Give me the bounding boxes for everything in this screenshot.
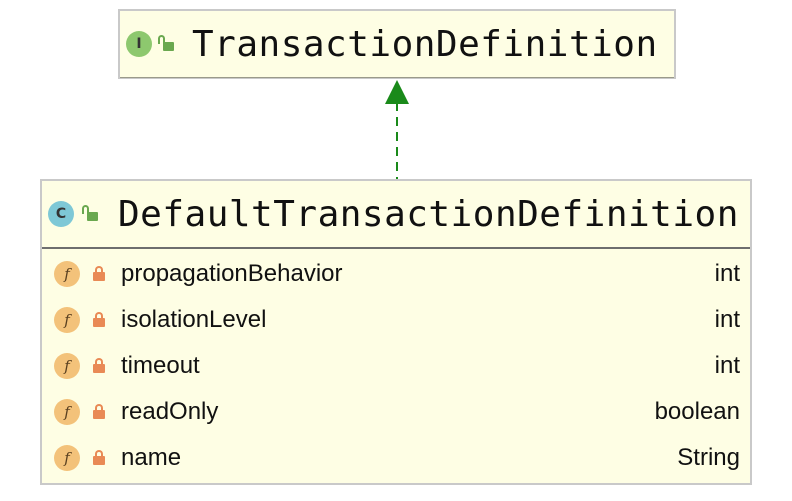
field-row[interactable]: f isolationLevel int	[42, 297, 750, 343]
unlocked-icon	[82, 204, 102, 224]
field-icon: f	[54, 353, 80, 379]
field-type: int	[714, 352, 740, 379]
field-type: int	[714, 306, 740, 333]
field-badge-letter: f	[64, 311, 70, 329]
field-row[interactable]: f name String	[42, 435, 750, 481]
interface-header: I TransactionDefinition	[120, 11, 674, 78]
lock-icon	[89, 356, 109, 376]
field-type: int	[714, 260, 740, 287]
field-icon: f	[54, 307, 80, 333]
class-header: C DefaultTransactionDefinition	[42, 181, 750, 249]
class-kind-letter: C	[55, 206, 67, 222]
lock-icon	[89, 402, 109, 422]
field-badge-letter: f	[64, 403, 70, 421]
lock-icon	[89, 264, 109, 284]
field-name: readOnly	[121, 398, 219, 425]
field-type: String	[677, 444, 740, 471]
field-name: propagationBehavior	[121, 260, 343, 287]
arrowhead-icon	[385, 80, 409, 104]
field-row[interactable]: f timeout int	[42, 343, 750, 389]
interface-node[interactable]: I TransactionDefinition	[118, 9, 676, 79]
field-name: timeout	[121, 352, 200, 379]
class-node[interactable]: C DefaultTransactionDefinition f propaga…	[40, 179, 752, 485]
class-title: DefaultTransactionDefinition	[118, 193, 739, 235]
interface-kind-letter: I	[136, 36, 142, 52]
interface-icon: I	[126, 31, 152, 57]
field-name: name	[121, 444, 182, 471]
field-row[interactable]: f readOnly boolean	[42, 389, 750, 435]
field-icon: f	[54, 445, 80, 471]
lock-icon	[89, 310, 109, 330]
field-badge-letter: f	[64, 265, 70, 283]
field-icon: f	[54, 261, 80, 287]
field-icon: f	[54, 399, 80, 425]
field-name: isolationLevel	[121, 306, 267, 333]
lock-icon	[89, 448, 109, 468]
field-type: boolean	[654, 398, 740, 425]
field-badge-letter: f	[64, 357, 70, 375]
interface-title: TransactionDefinition	[192, 23, 658, 65]
unlocked-icon	[158, 34, 178, 54]
field-badge-letter: f	[64, 449, 70, 467]
class-icon: C	[48, 201, 74, 227]
field-row[interactable]: f propagationBehavior int	[42, 251, 750, 297]
